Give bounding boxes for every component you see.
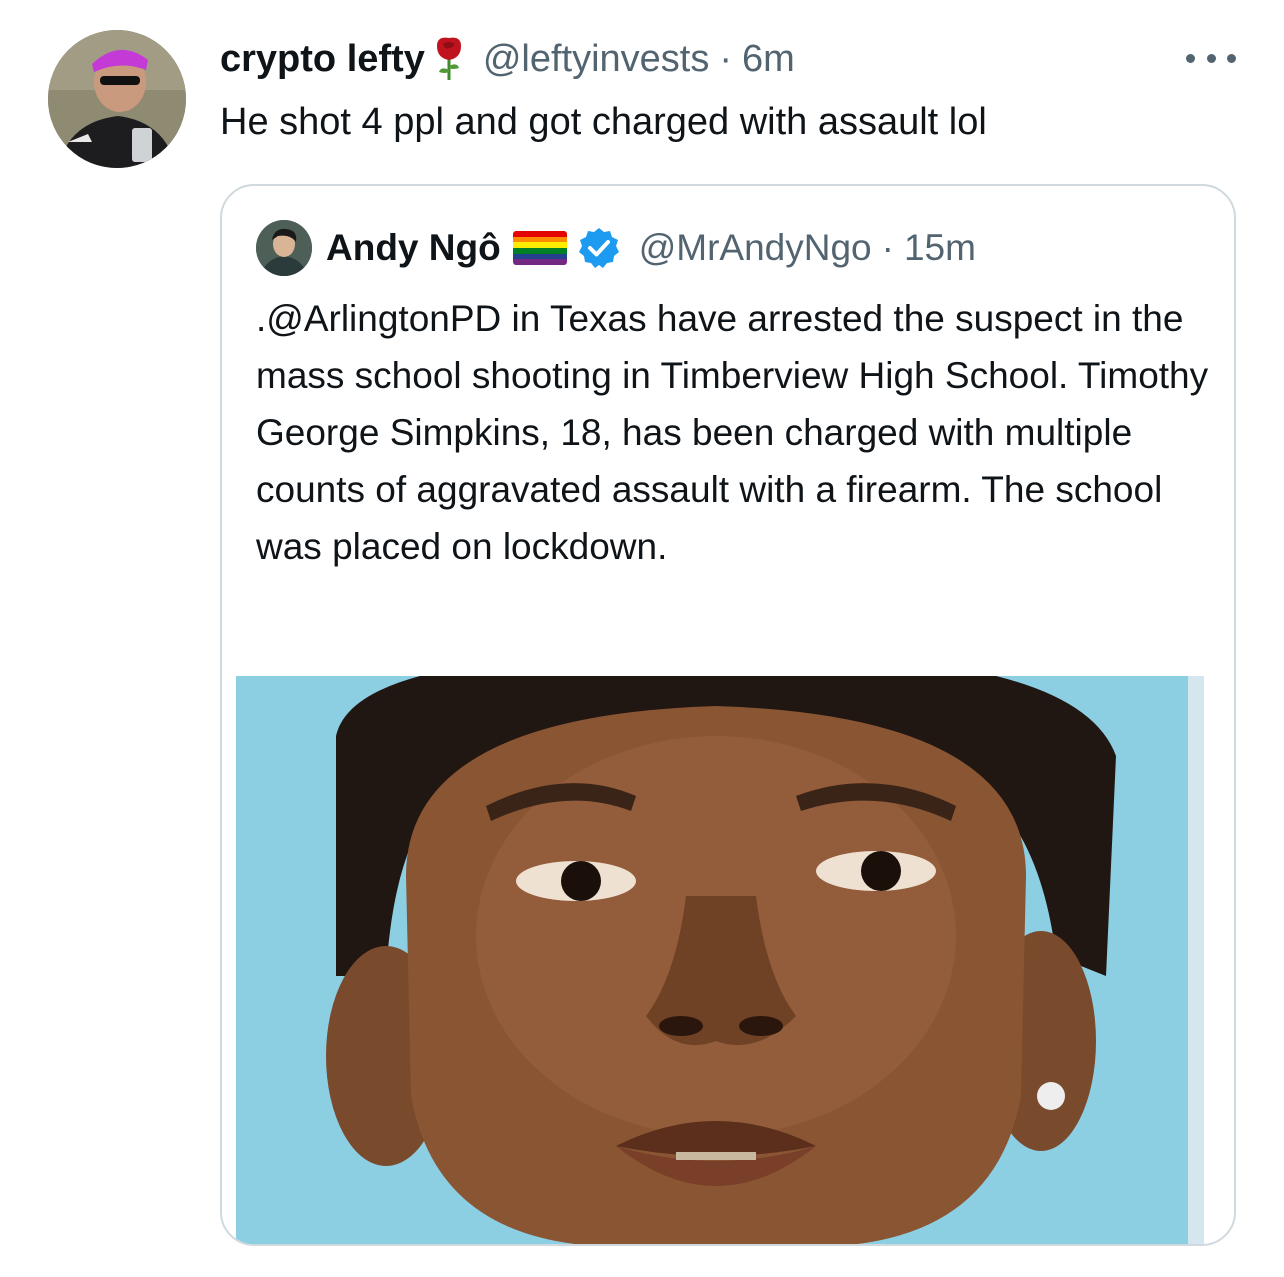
quoted-tweet-card[interactable]: Andy Ngô @MrAndyNgo · 15m .@ArlingtonPD … bbox=[220, 184, 1236, 1246]
quoted-author-avatar bbox=[256, 220, 312, 276]
tweet-timestamp[interactable]: 6m bbox=[742, 34, 795, 84]
more-horizontal-icon[interactable] bbox=[1186, 46, 1236, 70]
author-avatar[interactable] bbox=[48, 30, 186, 168]
quoted-header-separator: · bbox=[881, 227, 894, 268]
quoted-author-display-name: Andy Ngô bbox=[326, 227, 501, 268]
quoted-tweet-text: .@ArlingtonPD in Texas have arrested the… bbox=[256, 298, 1209, 567]
quoted-tweet-photo[interactable] bbox=[236, 676, 1204, 1244]
quoted-tweet-header: Andy Ngô @MrAndyNgo · 15m bbox=[256, 218, 976, 278]
verified-badge-icon bbox=[577, 226, 621, 270]
tweet-header: crypto lefty @leftyinvests · 6m bbox=[220, 34, 795, 84]
rose-icon bbox=[431, 36, 467, 82]
quoted-author-handle: @MrAndyNgo bbox=[638, 227, 872, 268]
tweet-text: He shot 4 ppl and got charged with assau… bbox=[220, 101, 987, 143]
header-separator: · bbox=[719, 38, 733, 80]
avatar-image bbox=[48, 30, 186, 168]
rainbow-flag-icon bbox=[512, 231, 567, 265]
quoted-tweet-timestamp: 15m bbox=[903, 227, 976, 268]
tweet[interactable]: crypto lefty @leftyinvests · 6m He shot … bbox=[0, 0, 1284, 1277]
author-handle[interactable]: @leftyinvests bbox=[483, 34, 710, 84]
portrait-image bbox=[236, 676, 1204, 1244]
author-display-name[interactable]: crypto lefty bbox=[220, 34, 425, 84]
